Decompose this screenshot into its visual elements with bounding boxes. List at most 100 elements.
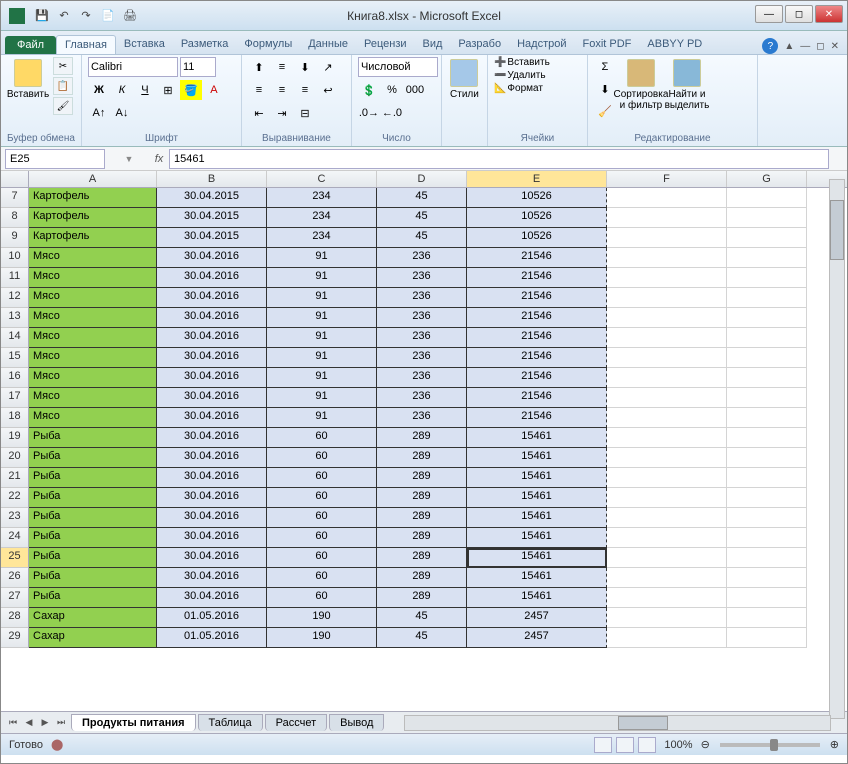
cell-C27[interactable]: 60: [267, 588, 377, 608]
cell-A23[interactable]: Рыба: [29, 508, 157, 528]
align-left-button[interactable]: ≡: [248, 80, 270, 100]
cell-A21[interactable]: Рыба: [29, 468, 157, 488]
cell-F10[interactable]: [607, 248, 727, 268]
cell-C9[interactable]: 234: [267, 228, 377, 248]
decrease-decimal-button[interactable]: ←.0: [381, 103, 403, 123]
underline-button[interactable]: Ч: [134, 80, 156, 100]
cell-C23[interactable]: 60: [267, 508, 377, 528]
cell-F7[interactable]: [607, 188, 727, 208]
sheet-tab-0[interactable]: Продукты питания: [71, 714, 196, 731]
cell-B16[interactable]: 30.04.2016: [157, 368, 267, 388]
cell-G17[interactable]: [727, 388, 807, 408]
row-header-27[interactable]: 27: [1, 588, 29, 608]
macro-record-icon[interactable]: ⬤: [51, 738, 63, 751]
cell-B18[interactable]: 30.04.2016: [157, 408, 267, 428]
cell-B20[interactable]: 30.04.2016: [157, 448, 267, 468]
cell-D22[interactable]: 289: [377, 488, 467, 508]
hscroll-thumb[interactable]: [618, 716, 668, 730]
row-header-21[interactable]: 21: [1, 468, 29, 488]
horizontal-scrollbar[interactable]: [404, 715, 831, 731]
cell-E27[interactable]: 15461: [467, 588, 607, 608]
vertical-scrollbar[interactable]: [829, 179, 845, 719]
cell-E8[interactable]: 10526: [467, 208, 607, 228]
sheet-nav-first[interactable]: ⏮: [5, 715, 21, 731]
cell-G29[interactable]: [727, 628, 807, 648]
qat-save[interactable]: 💾: [33, 7, 51, 25]
cell-G15[interactable]: [727, 348, 807, 368]
doc-close-icon[interactable]: ✕: [831, 41, 839, 52]
cell-D20[interactable]: 289: [377, 448, 467, 468]
decrease-font-button[interactable]: A↓: [111, 103, 133, 123]
cell-F18[interactable]: [607, 408, 727, 428]
sheet-nav-last[interactable]: ⏭: [53, 715, 69, 731]
cell-G11[interactable]: [727, 268, 807, 288]
cell-B27[interactable]: 30.04.2016: [157, 588, 267, 608]
cell-D9[interactable]: 45: [377, 228, 467, 248]
cell-D12[interactable]: 236: [377, 288, 467, 308]
autosum-button[interactable]: Σ: [594, 57, 616, 77]
cell-B28[interactable]: 01.05.2016: [157, 608, 267, 628]
cell-C19[interactable]: 60: [267, 428, 377, 448]
cell-F20[interactable]: [607, 448, 727, 468]
bold-button[interactable]: Ж: [88, 80, 110, 100]
cell-E24[interactable]: 15461: [467, 528, 607, 548]
sort-filter-button[interactable]: Сортировка и фильтр: [620, 57, 662, 113]
cell-C7[interactable]: 234: [267, 188, 377, 208]
cell-E28[interactable]: 2457: [467, 608, 607, 628]
namebox-dropdown-icon[interactable]: ▼: [125, 154, 134, 164]
cell-C20[interactable]: 60: [267, 448, 377, 468]
cell-A14[interactable]: Мясо: [29, 328, 157, 348]
zoom-slider[interactable]: [720, 743, 820, 747]
row-header-23[interactable]: 23: [1, 508, 29, 528]
maximize-button[interactable]: ◻: [785, 5, 813, 23]
ribbon-tab-6[interactable]: Вид: [415, 35, 451, 54]
comma-button[interactable]: 000: [404, 80, 426, 100]
cell-E21[interactable]: 15461: [467, 468, 607, 488]
border-button[interactable]: ⊞: [157, 80, 179, 100]
font-size-combo[interactable]: [180, 57, 216, 77]
ribbon-tab-9[interactable]: Foxit PDF: [575, 35, 640, 54]
cell-E12[interactable]: 21546: [467, 288, 607, 308]
zoom-out-button[interactable]: ⊖: [701, 738, 710, 751]
percent-button[interactable]: %: [381, 80, 403, 100]
cell-D7[interactable]: 45: [377, 188, 467, 208]
cell-G27[interactable]: [727, 588, 807, 608]
cell-G12[interactable]: [727, 288, 807, 308]
cell-F8[interactable]: [607, 208, 727, 228]
row-header-20[interactable]: 20: [1, 448, 29, 468]
cell-D23[interactable]: 289: [377, 508, 467, 528]
sheet-tab-2[interactable]: Рассчет: [265, 714, 328, 731]
cell-G18[interactable]: [727, 408, 807, 428]
cell-E29[interactable]: 2457: [467, 628, 607, 648]
cell-C22[interactable]: 60: [267, 488, 377, 508]
copy-button[interactable]: 📋: [53, 77, 73, 95]
row-header-9[interactable]: 9: [1, 228, 29, 248]
cell-F19[interactable]: [607, 428, 727, 448]
page-break-view-button[interactable]: [638, 737, 656, 753]
italic-button[interactable]: К: [111, 80, 133, 100]
cell-D10[interactable]: 236: [377, 248, 467, 268]
qat-new[interactable]: 📄: [99, 7, 117, 25]
cell-C28[interactable]: 190: [267, 608, 377, 628]
doc-minimize-icon[interactable]: —: [800, 41, 810, 52]
cell-D29[interactable]: 45: [377, 628, 467, 648]
normal-view-button[interactable]: [594, 737, 612, 753]
col-header-F[interactable]: F: [607, 171, 727, 187]
cell-D26[interactable]: 289: [377, 568, 467, 588]
cell-G19[interactable]: [727, 428, 807, 448]
cell-A7[interactable]: Картофель: [29, 188, 157, 208]
cell-D16[interactable]: 236: [377, 368, 467, 388]
currency-button[interactable]: 💲: [358, 80, 380, 100]
cell-A17[interactable]: Мясо: [29, 388, 157, 408]
cell-B23[interactable]: 30.04.2016: [157, 508, 267, 528]
styles-button[interactable]: Стили: [448, 57, 481, 102]
ribbon-tab-7[interactable]: Разрабо: [450, 35, 509, 54]
cell-G28[interactable]: [727, 608, 807, 628]
cell-A25[interactable]: Рыба: [29, 548, 157, 568]
cell-C11[interactable]: 91: [267, 268, 377, 288]
ribbon-tab-4[interactable]: Данные: [300, 35, 356, 54]
row-header-17[interactable]: 17: [1, 388, 29, 408]
formula-input[interactable]: 15461: [169, 149, 829, 169]
cell-A27[interactable]: Рыба: [29, 588, 157, 608]
cell-E11[interactable]: 21546: [467, 268, 607, 288]
